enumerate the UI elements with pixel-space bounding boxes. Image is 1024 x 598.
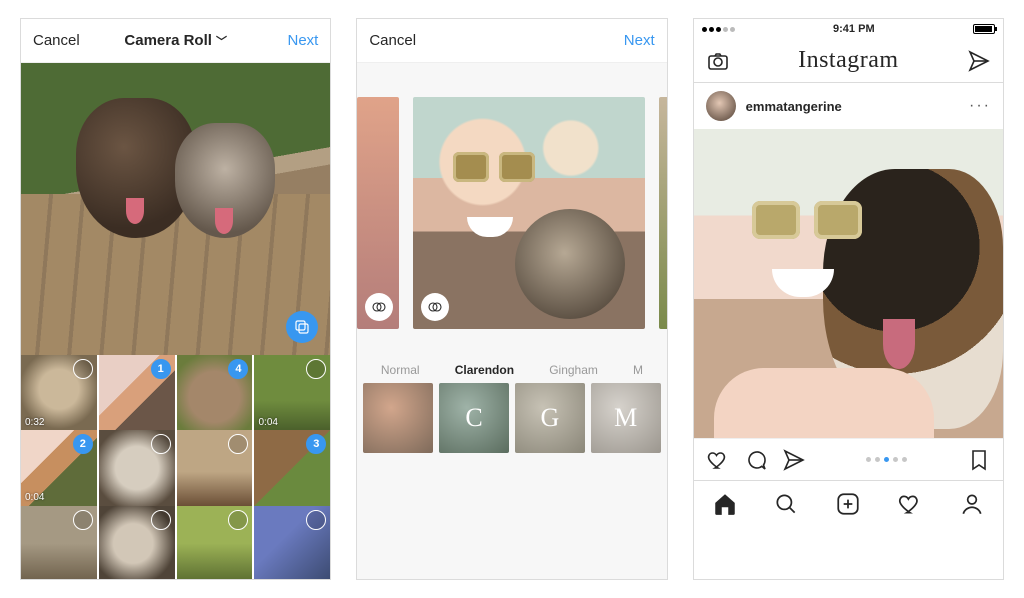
selection-circle (151, 434, 171, 454)
filter-option-gingham[interactable]: G (515, 383, 585, 453)
home-icon (712, 491, 738, 517)
post-more-button[interactable]: ··· (969, 97, 991, 115)
app-header: Instagram (694, 39, 1003, 83)
paper-plane-icon (782, 448, 806, 472)
thumbnail[interactable]: 0:04 (254, 355, 330, 431)
album-title: Camera Roll (124, 32, 212, 49)
post-actions (694, 438, 1003, 480)
tab-activity[interactable] (897, 491, 923, 517)
thumbnail[interactable] (177, 506, 253, 579)
thumbnail[interactable]: 0:32 (21, 355, 97, 431)
carousel-dots (866, 457, 907, 462)
filter-option-m[interactable]: M (591, 383, 661, 453)
album-dropdown[interactable]: Camera Roll ﹀ (124, 32, 227, 49)
topnav: Cancel Camera Roll ﹀ Next (21, 19, 330, 63)
video-duration: 0:04 (25, 492, 44, 503)
thumbnail[interactable]: 20:04 (21, 430, 97, 506)
selected-photos-carousel[interactable] (357, 63, 666, 363)
chevron-down-icon: ﹀ (216, 33, 227, 49)
filter-labels: Normal Clarendon Gingham M (357, 363, 666, 377)
individual-edit-button[interactable] (421, 293, 449, 321)
video-duration: 0:04 (258, 417, 277, 428)
post-header: emmatangerine ··· (694, 83, 1003, 129)
thumbnail[interactable] (99, 506, 175, 579)
carousel-dot (893, 457, 898, 462)
thumbnail[interactable] (177, 430, 253, 506)
thumbnail[interactable] (99, 430, 175, 506)
thumbnail[interactable]: 1 (99, 355, 175, 431)
next-button[interactable]: Next (258, 32, 318, 49)
selection-circle (151, 510, 171, 530)
save-button[interactable] (967, 448, 991, 472)
carousel-card-current[interactable] (413, 97, 645, 329)
bookmark-icon (967, 448, 991, 472)
avatar[interactable] (706, 91, 736, 121)
carousel-card-prev[interactable] (357, 97, 399, 329)
selected-photo-preview[interactable] (21, 63, 330, 355)
paper-plane-icon (967, 49, 991, 73)
filter-label: Normal (381, 363, 420, 377)
screen-camera-roll: Cancel Camera Roll ﹀ Next 0:32140:0420:0… (20, 18, 331, 580)
person-icon (959, 491, 985, 517)
thumbnail[interactable] (254, 506, 330, 579)
carousel-dot (866, 457, 871, 462)
selection-circle (73, 359, 93, 379)
tab-search[interactable] (773, 491, 799, 517)
carousel-card-next[interactable] (659, 97, 666, 329)
filter-option-normal[interactable] (363, 383, 433, 453)
like-button[interactable] (706, 448, 730, 472)
thumbnail[interactable] (21, 506, 97, 579)
tab-add-post[interactable] (835, 491, 861, 517)
selection-order-badge: 1 (151, 359, 171, 379)
cancel-button[interactable]: Cancel (369, 32, 429, 49)
thumbnail[interactable]: 4 (177, 355, 253, 431)
filter-label: M (633, 363, 643, 377)
filter-label: Clarendon (455, 363, 514, 377)
status-bar: 9:41 PM (694, 19, 1003, 39)
preview-image (21, 63, 330, 355)
carousel-dot (884, 457, 889, 462)
heart-icon (897, 491, 923, 517)
tab-bar (694, 480, 1003, 526)
search-icon (773, 491, 799, 517)
topnav: Cancel Next (357, 19, 666, 63)
filter-option-clarendon[interactable]: C (439, 383, 509, 453)
individual-edit-button[interactable] (365, 293, 393, 321)
open-camera-button[interactable] (706, 49, 730, 73)
comment-icon (744, 448, 768, 472)
plus-box-icon (835, 491, 861, 517)
filter-label: Gingham (549, 363, 598, 377)
status-time: 9:41 PM (833, 23, 875, 35)
tab-profile[interactable] (959, 491, 985, 517)
camera-icon (706, 49, 730, 73)
venn-effects-icon (371, 299, 387, 315)
screen-filter-editor: Cancel Next (356, 18, 667, 580)
battery-icon (973, 24, 995, 34)
direct-messages-button[interactable] (967, 49, 991, 73)
instagram-logo: Instagram (798, 47, 898, 74)
signal-strength-icon (702, 27, 735, 32)
venn-effects-icon (427, 299, 443, 315)
camera-roll-grid: 0:32140:0420:043 (21, 355, 330, 579)
post-username[interactable]: emmatangerine (746, 99, 842, 114)
multi-select-icon (293, 318, 311, 336)
thumbnail[interactable]: 3 (254, 430, 330, 506)
comment-button[interactable] (744, 448, 768, 472)
carousel-dot (875, 457, 880, 462)
heart-icon (706, 448, 730, 472)
editor-stage: NormalClarendonGinghamM CGM (357, 63, 666, 579)
selection-circle (73, 510, 93, 530)
filter-thumbnails: CGM (357, 377, 666, 459)
video-duration: 0:32 (25, 417, 44, 428)
share-button[interactable] (782, 448, 806, 472)
tab-home[interactable] (712, 491, 738, 517)
carousel-dot (902, 457, 907, 462)
selection-circle (306, 510, 326, 530)
post-image[interactable] (694, 129, 1003, 438)
next-button[interactable]: Next (595, 32, 655, 49)
cancel-button[interactable]: Cancel (33, 32, 93, 49)
screen-feed: 9:41 PM Instagram emmatangerine ··· (693, 18, 1004, 580)
